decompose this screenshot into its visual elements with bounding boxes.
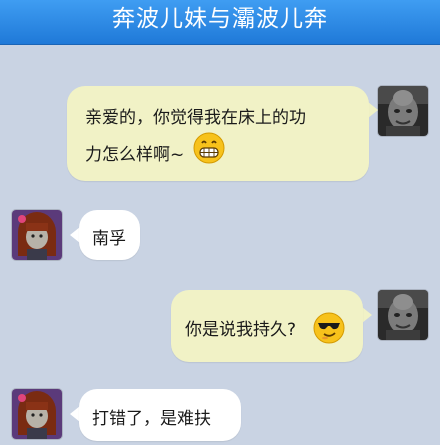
chat-area[interactable]: 亲爱的，你觉得我在床上的功 力怎么样啊~ 南孚 你是说我持久? 打错了，是难扶: [0, 45, 440, 445]
message-text: 南孚: [92, 229, 126, 249]
sunglasses-face-icon: [313, 312, 345, 344]
message-text-line2: 力怎么样啊~: [85, 145, 185, 165]
bubble-tail: [368, 102, 378, 118]
message-text-line1: 亲爱的，你觉得我在床上的功: [85, 108, 306, 128]
message-text: 打错了，是难扶: [92, 409, 211, 429]
message-bubble-incoming[interactable]: 南孚: [79, 210, 140, 260]
title-bar: 奔波儿妹与灞波儿奔: [0, 0, 440, 45]
message-text: 你是说我持久?: [185, 320, 297, 340]
avatar-bobo[interactable]: [378, 86, 428, 136]
avatar-benbo[interactable]: [12, 389, 62, 439]
message-bubble-outgoing[interactable]: 亲爱的，你觉得我在床上的功 力怎么样啊~: [67, 86, 369, 181]
chat-title: 奔波儿妹与灞波儿奔: [112, 6, 328, 32]
avatar-bobo[interactable]: [378, 290, 428, 340]
grinning-face-icon: [193, 132, 225, 164]
message-bubble-outgoing[interactable]: 你是说我持久?: [171, 290, 363, 362]
avatar-benbo[interactable]: [12, 210, 62, 260]
message-bubble-incoming[interactable]: 打错了，是难扶: [79, 389, 241, 441]
bubble-tail: [362, 307, 372, 323]
